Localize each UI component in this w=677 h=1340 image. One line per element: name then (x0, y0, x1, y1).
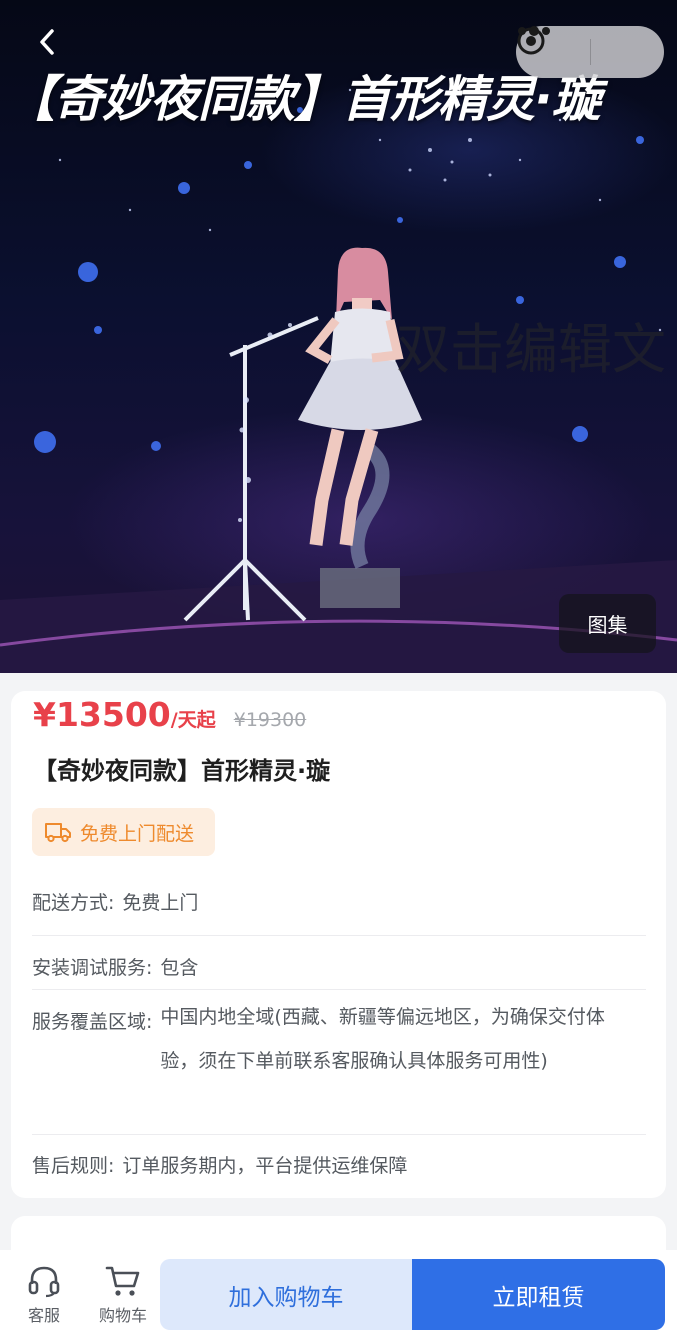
rent-now-button[interactable]: 立即租赁 (412, 1259, 665, 1330)
gallery-button[interactable]: 图集 (559, 594, 656, 653)
close-mini-program-button[interactable] (517, 26, 665, 78)
spec-label: 安装调试服务: (32, 957, 153, 979)
cart-button[interactable]: 购物车 (88, 1264, 158, 1326)
product-hero-image: 双击编辑文 【奇妙夜同款】首形精灵·璇 图集 (0, 0, 677, 673)
spec-value: 中国内地全域(西藏、新疆等偏远地区，为确保交付体验，须在下单前联系客服确认具体服… (160, 1006, 605, 1072)
back-button[interactable] (36, 28, 72, 64)
headset-icon (28, 1266, 60, 1298)
spec-row-delivery: 配送方式: 免费上门 (32, 883, 646, 936)
target-circle-icon (517, 27, 545, 55)
spec-row-after-sales: 售后规则: 订单服务期内，平台提供运维保障 (32, 1135, 646, 1195)
chevron-left-icon (40, 29, 54, 55)
spec-label: 配送方式: (32, 892, 115, 914)
product-info-card: ¥13500 /天起 ¥19300 【奇妙夜同款】首形精灵·璇 免费上门配送 配… (11, 691, 666, 1198)
cart-label: 购物车 (98, 1306, 147, 1325)
current-price: ¥13500 (33, 695, 171, 734)
hero-overlay-title: 【奇妙夜同款】首形精灵·璇 (6, 71, 601, 128)
customer-service-button[interactable]: 客服 (9, 1264, 79, 1326)
product-title: 【奇妙夜同款】首形精灵·璇 (33, 757, 331, 785)
mini-program-capsule (516, 26, 664, 78)
bottom-action-bar: 客服 购物车 加入购物车 立即租赁 (0, 1250, 677, 1340)
edit-watermark-text: 双击编辑文 (396, 318, 666, 381)
spec-row-coverage: 服务覆盖区域: 中国内地全域(西藏、新疆等偏远地区，为确保交付体验，须在下单前联… (32, 990, 646, 1135)
display-pedestal (320, 568, 400, 608)
price-row: ¥13500 /天起 ¥19300 (33, 695, 306, 734)
service-label: 客服 (27, 1306, 60, 1325)
badge-label: 免费上门配送 (80, 822, 195, 845)
original-price: ¥19300 (233, 709, 307, 731)
spec-value: 订单服务期内，平台提供运维保障 (122, 1155, 408, 1177)
free-delivery-badge: 免费上门配送 (32, 808, 215, 856)
spec-label: 服务覆盖区域: (32, 1011, 153, 1033)
add-to-cart-button[interactable]: 加入购物车 (160, 1259, 412, 1330)
robot-figure (298, 247, 422, 569)
delivery-truck-icon (45, 823, 71, 843)
spec-value: 免费上门 (122, 892, 199, 914)
spec-list: 配送方式: 免费上门 安装调试服务: 包含 服务覆盖区域: 中国内地全域(西藏、… (32, 883, 646, 1195)
spec-value: 包含 (160, 957, 199, 979)
spec-label: 售后规则: (32, 1155, 115, 1177)
shopping-cart-icon (105, 1266, 140, 1296)
microphone-stand (183, 316, 319, 622)
spec-row-installation: 安装调试服务: 包含 (32, 936, 646, 990)
price-unit: /天起 (170, 709, 216, 731)
